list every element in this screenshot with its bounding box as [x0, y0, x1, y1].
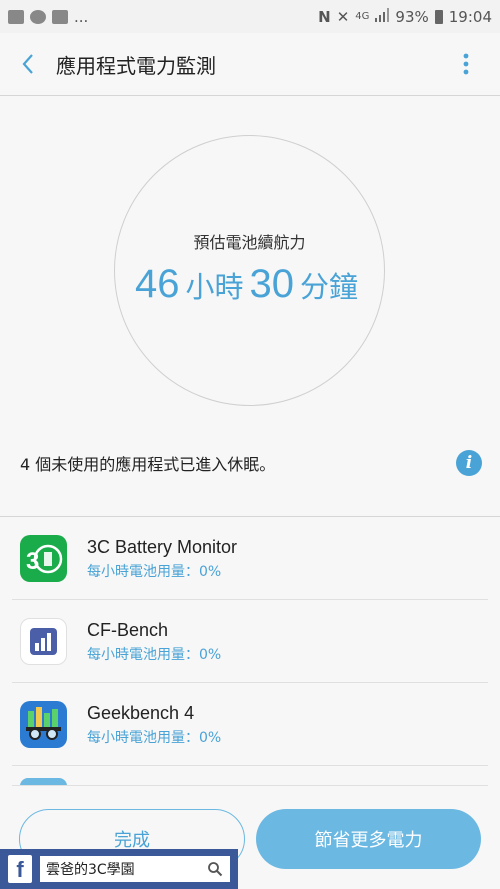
- battery-estimate-label: 預估電池續航力: [193, 233, 306, 252]
- sleeping-apps-info: 4 個未使用的應用程式已進入休眠。 i: [20, 448, 482, 478]
- minutes-value: 30: [249, 262, 295, 306]
- battery-estimate-value: 46 小時 30 分鐘: [114, 262, 385, 307]
- app-text: Geekbench 4 每小時電池用量：0%: [87, 703, 221, 747]
- photo-icon: [8, 9, 24, 24]
- network-type: 4G: [355, 11, 370, 22]
- signal-icon: [375, 7, 390, 26]
- list-item[interactable]: Geekbench 4 每小時電池用量：0%: [0, 683, 500, 766]
- search-icon: [200, 856, 230, 882]
- back-arrow-icon: [22, 54, 33, 74]
- app-text: CF-Bench 每小時電池用量：0%: [87, 620, 221, 664]
- save-more-power-button[interactable]: 節省更多電力: [256, 809, 481, 869]
- status-right: N ✕ 4G 93% 19:04: [318, 7, 492, 26]
- app-name: Geekbench 4: [87, 702, 195, 723]
- nfc-icon: N: [318, 7, 331, 26]
- sleeping-apps-text: 4 個未使用的應用程式已進入休眠。: [20, 455, 276, 474]
- app-usage: 每小時電池用量：0%: [87, 729, 222, 746]
- hours-unit: 小時: [185, 270, 244, 304]
- status-left: ...: [8, 8, 88, 26]
- cf-bench-icon: [20, 618, 67, 665]
- battery-icon: [434, 9, 443, 24]
- list-item-partial: [0, 766, 500, 786]
- more-notifications: ...: [74, 7, 89, 26]
- page-title: 應用程式電力監測: [56, 53, 216, 78]
- app-list: 3 3C Battery Monitor 每小時電池用量：0% CF-Bench…: [0, 517, 500, 786]
- hours-value: 46: [134, 262, 180, 306]
- status-bar: ... N ✕ 4G 93% 19:04: [0, 0, 500, 33]
- app-usage: 每小時電池用量：0%: [87, 563, 222, 580]
- watermark-text: 雲爸的3C學園: [46, 862, 135, 878]
- geekbench-icon: [20, 701, 67, 748]
- list-item[interactable]: 3 3C Battery Monitor 每小時電池用量：0%: [0, 517, 500, 600]
- minutes-unit: 分鐘: [300, 270, 359, 304]
- partial-app-icon: [20, 778, 67, 786]
- facebook-watermark: f 雲爸的3C學園: [0, 849, 238, 889]
- facebook-icon: f: [8, 855, 32, 883]
- battery-percent: 93%: [395, 7, 429, 26]
- watermark-search-box: 雲爸的3C學園: [40, 856, 230, 882]
- 3c-battery-monitor-icon: 3: [20, 535, 67, 582]
- app-usage: 每小時電池用量：0%: [87, 646, 222, 663]
- list-item[interactable]: CF-Bench 每小時電池用量：0%: [0, 600, 500, 683]
- more-vert-icon: [463, 53, 469, 75]
- mute-icon: ✕: [336, 7, 350, 26]
- info-icon[interactable]: i: [456, 450, 482, 476]
- app-name: 3C Battery Monitor: [87, 536, 238, 557]
- clock: 19:04: [448, 7, 492, 26]
- app-name: CF-Bench: [87, 619, 169, 640]
- svg-text:3: 3: [26, 548, 39, 575]
- gmail-icon: [52, 9, 68, 24]
- app-bar: 應用程式電力監測: [0, 33, 500, 96]
- more-options-button[interactable]: [446, 33, 486, 96]
- app-text: 3C Battery Monitor 每小時電池用量：0%: [87, 537, 237, 581]
- messenger-icon: [30, 9, 46, 24]
- back-button[interactable]: [0, 33, 56, 96]
